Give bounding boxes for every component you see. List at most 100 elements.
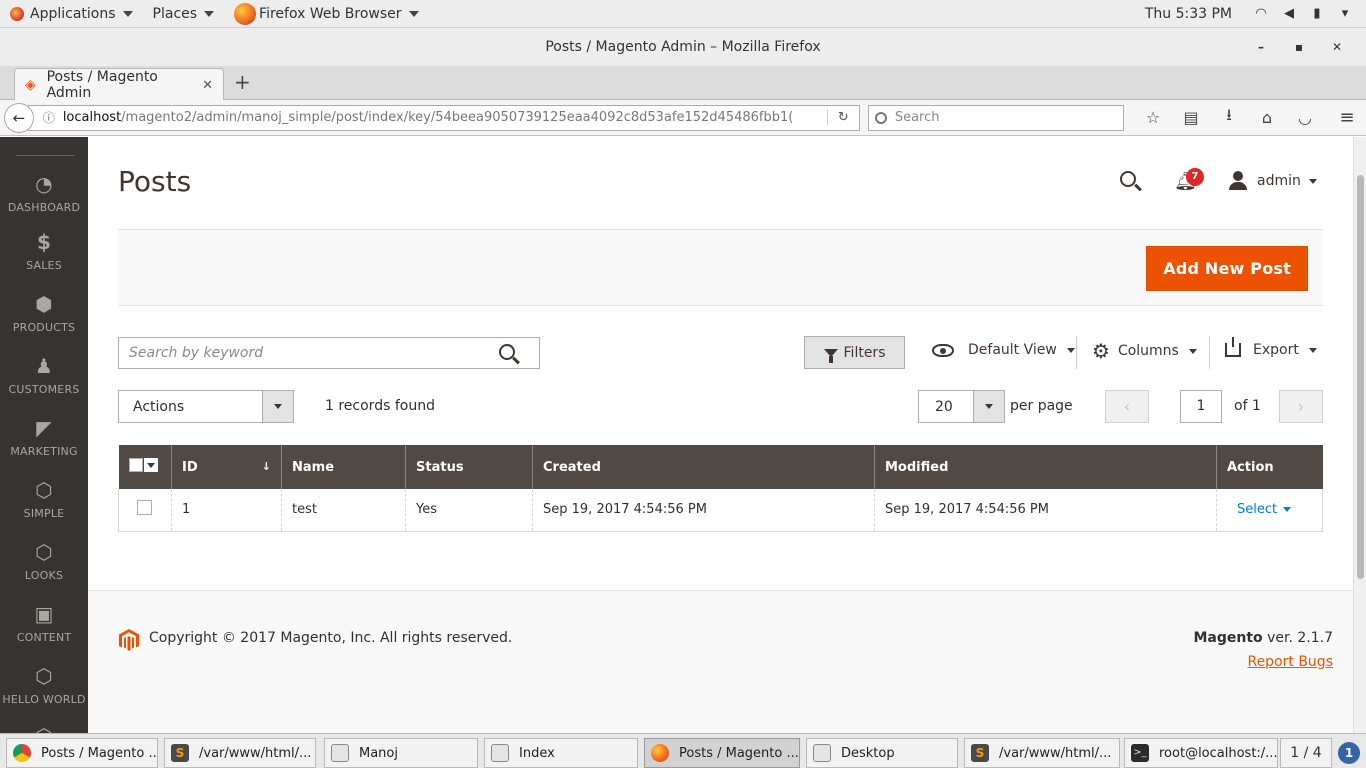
export-label: Export xyxy=(1253,342,1299,358)
column-header-label: ID xyxy=(182,459,198,475)
places-menu[interactable]: Places xyxy=(153,6,215,22)
row-action-select[interactable]: Select xyxy=(1237,502,1292,517)
column-header-action: Action xyxy=(1216,445,1323,489)
global-search-icon[interactable] xyxy=(1120,171,1142,193)
bookmark-star-icon[interactable]: ☆ xyxy=(1134,108,1172,127)
chevron-down-icon xyxy=(122,10,133,17)
export-button[interactable]: Export xyxy=(1225,337,1317,358)
chevron-down-icon xyxy=(1188,348,1197,354)
new-tab-button[interactable]: + xyxy=(234,72,251,92)
url-bar[interactable]: ⓘ localhost/magento2/admin/manoj_simple/… xyxy=(27,104,860,131)
reading-list-icon[interactable]: ▤ xyxy=(1172,108,1210,127)
taskbar-item-label: /var/www/html/... xyxy=(999,745,1112,761)
taskbar-item[interactable]: >_ root@localhost:/... xyxy=(1124,738,1278,768)
site-info-icon[interactable]: ⓘ xyxy=(43,109,55,126)
per-page-value: 20 xyxy=(935,398,953,415)
battery-icon[interactable]: ▮ xyxy=(1310,6,1324,21)
chevron-down-icon[interactable] xyxy=(973,391,1004,422)
browser-app-menu[interactable]: Firefox Web Browser xyxy=(234,2,419,25)
sidebar-item-label: SALES xyxy=(26,259,62,272)
cell-created: Sep 19, 2017 4:54:56 PM xyxy=(532,489,875,532)
user-account-menu[interactable]: admin xyxy=(1228,171,1317,191)
user-icon xyxy=(1228,171,1248,191)
chevron-down-icon[interactable] xyxy=(143,458,158,472)
taskbar-item[interactable]: Desktop xyxy=(806,738,958,768)
report-bugs-link[interactable]: Report Bugs xyxy=(1247,654,1333,670)
close-tab-icon[interactable]: ✕ xyxy=(202,78,213,93)
sidebar-item-customers[interactable]: ♟ CUSTOMERS xyxy=(0,355,88,396)
minimize-button[interactable]: – xyxy=(1242,40,1280,54)
applications-label: Applications xyxy=(30,5,116,22)
column-header-created[interactable]: Created xyxy=(532,445,875,489)
scrollbar-thumb[interactable] xyxy=(1357,175,1364,579)
add-new-post-button[interactable]: Add New Post xyxy=(1146,246,1308,291)
volume-icon[interactable]: ◀ xyxy=(1282,6,1296,21)
sidebar-item-dashboard[interactable]: ◔ DASHBOARD xyxy=(0,173,88,214)
column-header-name[interactable]: Name xyxy=(281,445,406,489)
sidebar-item-marketing[interactable]: ◤ MARKETING xyxy=(0,417,88,458)
cell-status: Yes xyxy=(405,489,533,532)
sort-arrow-icon: ↓ xyxy=(261,459,271,473)
layout-icon: ▣ xyxy=(34,602,54,626)
sidebar-item-products[interactable]: ⬢ PRODUCTS xyxy=(0,293,88,334)
taskbar-item[interactable]: S /var/www/html/... xyxy=(164,738,316,768)
taskbar-item[interactable]: Manoj xyxy=(324,738,478,768)
clock[interactable]: Thu 5:33 PM xyxy=(1145,6,1232,22)
previous-page-button[interactable]: ‹ xyxy=(1105,390,1149,423)
columns-button[interactable]: ⚙ Columns xyxy=(1092,341,1197,361)
taskbar-item[interactable]: Index xyxy=(484,738,638,768)
hexagon-icon: ⬡ xyxy=(35,664,53,688)
close-window-button[interactable]: ✕ xyxy=(1318,40,1356,54)
page-scrollbar[interactable] xyxy=(1353,137,1366,733)
keyword-search-input[interactable]: Search by keyword xyxy=(118,337,540,369)
wifi-icon[interactable]: ◠ xyxy=(1254,6,1268,21)
sidebar-item-simple[interactable]: ⬡ SIMPLE xyxy=(0,479,88,520)
sidebar-item-more[interactable]: ⬡ xyxy=(0,725,88,733)
hamburger-menu-icon[interactable]: ≡ xyxy=(1328,107,1366,128)
chevron-down-icon[interactable]: ▾ xyxy=(1338,6,1352,21)
filters-button[interactable]: Filters xyxy=(804,336,905,369)
taskbar-item-label: Desktop xyxy=(841,745,895,761)
row-checkbox[interactable] xyxy=(137,500,152,516)
taskbar-item[interactable]: S /var/www/html/... xyxy=(964,738,1120,768)
sidebar-item-content[interactable]: ▣ CONTENT xyxy=(0,603,88,644)
column-header-status[interactable]: Status xyxy=(405,445,533,489)
sidebar-item-looks[interactable]: ⬡ LOOKS xyxy=(0,541,88,582)
reload-icon[interactable]: ↻ xyxy=(826,110,859,125)
mass-select-header[interactable] xyxy=(118,445,172,489)
mass-actions-select[interactable]: Actions xyxy=(118,390,294,423)
view-switcher[interactable]: Default View xyxy=(932,342,1075,358)
toolbar-divider xyxy=(1076,336,1077,369)
mass-select-checkbox[interactable] xyxy=(128,458,158,472)
places-label: Places xyxy=(152,5,198,22)
back-button[interactable]: ← xyxy=(4,102,34,133)
tab-posts-magento-admin[interactable]: ◈ Posts / Magento Admin ✕ xyxy=(14,68,224,101)
terminal-icon: >_ xyxy=(1131,744,1149,762)
search-icon[interactable] xyxy=(499,344,520,365)
export-icon xyxy=(1225,337,1241,357)
page-number-input[interactable]: 1 xyxy=(1180,390,1222,423)
applications-menu[interactable]: Applications xyxy=(10,6,133,22)
workspace-switcher[interactable]: 1 / 4 xyxy=(1280,738,1332,768)
download-icon[interactable]: ⭳ xyxy=(1210,104,1248,131)
taskbar-item[interactable]: Posts / Magento ... xyxy=(6,738,158,768)
sidebar-item-hello-world[interactable]: ⬡ HELLO WORLD xyxy=(0,665,88,706)
chevron-down-icon[interactable] xyxy=(262,391,293,422)
column-header-id[interactable]: ID ↓ xyxy=(171,445,282,489)
row-select-cell xyxy=(118,489,172,532)
next-page-button[interactable]: › xyxy=(1279,390,1323,423)
pocket-icon[interactable]: ◡ xyxy=(1286,108,1324,127)
notification-count-badge[interactable]: 7 xyxy=(1186,168,1204,186)
search-icon xyxy=(874,111,887,124)
per-page-select[interactable]: 20 xyxy=(918,390,1005,423)
column-header-modified[interactable]: Modified xyxy=(874,445,1217,489)
taskbar-item-active[interactable]: Posts / Magento ... xyxy=(644,738,800,768)
browser-search-input[interactable]: Search xyxy=(867,104,1124,131)
sidebar-item-sales[interactable]: $ SALES xyxy=(0,231,88,272)
home-icon[interactable]: ⌂ xyxy=(1248,108,1286,127)
notification-badge[interactable]: 1 xyxy=(1338,742,1360,764)
sidebar-item-label: PRODUCTS xyxy=(12,321,76,334)
sublime-icon: S xyxy=(971,744,989,762)
maximize-button[interactable]: ▪ xyxy=(1280,40,1318,54)
window-title: Posts / Magento Admin – Mozilla Firefox xyxy=(545,39,821,55)
